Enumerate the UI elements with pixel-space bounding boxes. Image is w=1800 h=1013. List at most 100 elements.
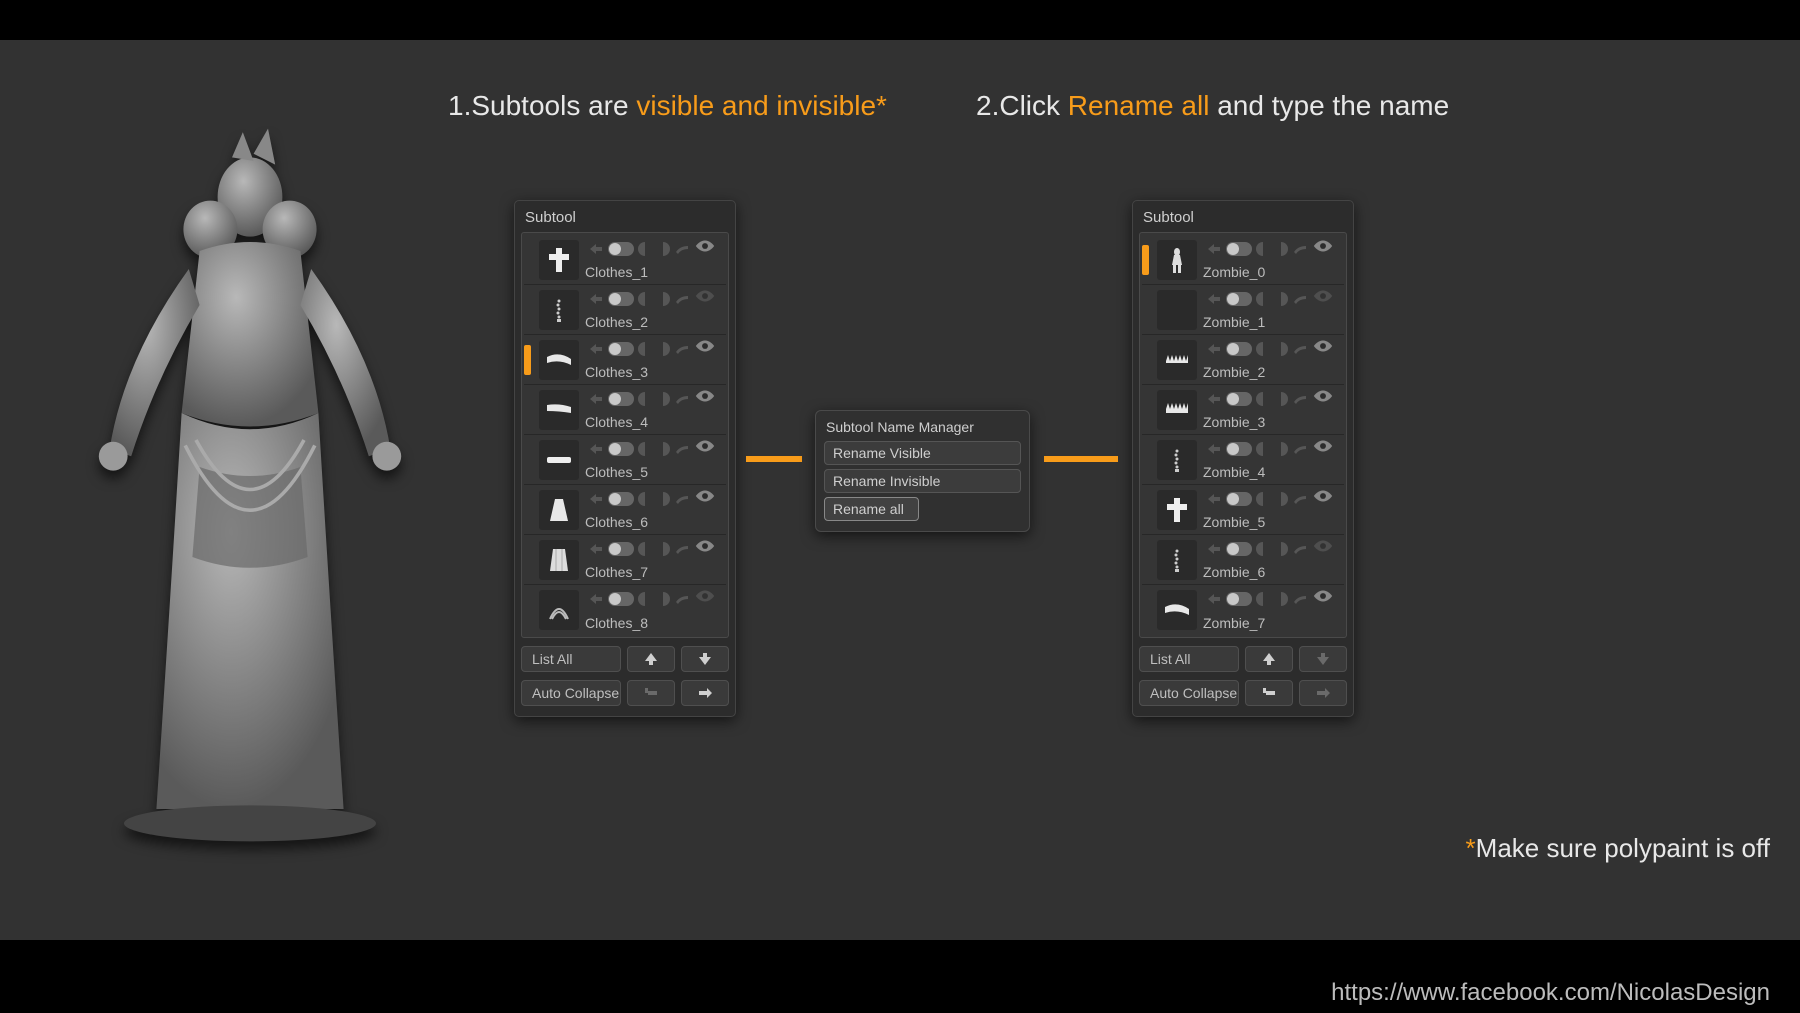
subtool-row[interactable]: Zombie_5 <box>1142 485 1344 535</box>
subtool-row[interactable]: Clothes_8 <box>524 585 726 635</box>
brush-icon <box>674 542 690 556</box>
subtool-icon-strip <box>1203 489 1340 508</box>
subtool-list-right: Zombie_0 Zombie_1 <box>1139 232 1347 638</box>
rename-visible-button[interactable]: Rename Visible <box>824 441 1021 465</box>
brush-icon <box>1292 392 1308 406</box>
half-moon-right-icon <box>1274 292 1288 306</box>
toggle-a-icon[interactable] <box>1226 292 1252 306</box>
visibility-eye-icon[interactable] <box>694 339 716 358</box>
half-moon-left-icon <box>638 342 652 356</box>
visibility-eye-icon[interactable] <box>694 289 716 308</box>
toggle-a-icon[interactable] <box>1226 442 1252 456</box>
toggle-a-icon[interactable] <box>608 242 634 256</box>
subtool-thumbnail <box>539 340 579 380</box>
half-moon-left-icon <box>638 392 652 406</box>
visibility-eye-icon[interactable] <box>694 489 716 508</box>
selection-indicator <box>524 345 531 375</box>
visibility-eye-icon[interactable] <box>1312 239 1334 258</box>
subtool-row[interactable]: Clothes_2 <box>524 285 726 335</box>
subtool-icon-strip <box>585 589 722 608</box>
subtool-row[interactable]: Zombie_6 <box>1142 535 1344 585</box>
nav-right-button[interactable] <box>1299 680 1347 706</box>
visibility-eye-icon[interactable] <box>1312 289 1334 308</box>
move-up-button[interactable] <box>1245 646 1293 672</box>
toggle-a-icon[interactable] <box>1226 242 1252 256</box>
subtool-row[interactable]: Clothes_5 <box>524 435 726 485</box>
toggle-a-icon[interactable] <box>608 342 634 356</box>
brush-icon <box>1292 592 1308 606</box>
half-moon-right-icon <box>1274 392 1288 406</box>
subtool-row[interactable]: Clothes_4 <box>524 385 726 435</box>
nav-left-button[interactable] <box>627 680 675 706</box>
visibility-eye-icon[interactable] <box>1312 589 1334 608</box>
toggle-a-icon[interactable] <box>1226 342 1252 356</box>
subtool-row[interactable]: Zombie_4 <box>1142 435 1344 485</box>
move-down-button[interactable] <box>1299 646 1347 672</box>
visibility-eye-icon[interactable] <box>1312 439 1334 458</box>
subtool-thumbnail <box>539 490 579 530</box>
toggle-a-icon[interactable] <box>1226 492 1252 506</box>
subtool-row[interactable]: Clothes_1 <box>524 235 726 285</box>
visibility-eye-icon[interactable] <box>1312 339 1334 358</box>
toggle-a-icon[interactable] <box>608 392 634 406</box>
subtool-row[interactable]: Clothes_3 <box>524 335 726 385</box>
move-up-button[interactable] <box>627 646 675 672</box>
toggle-a-icon[interactable] <box>1226 592 1252 606</box>
brush-icon <box>1292 542 1308 556</box>
subtool-icon-strip <box>1203 439 1340 458</box>
subtool-row[interactable]: Zombie_0 <box>1142 235 1344 285</box>
toggle-a-icon[interactable] <box>608 492 634 506</box>
subtool-icon-strip <box>1203 589 1340 608</box>
auto-collapse-button[interactable]: Auto Collapse <box>521 680 621 706</box>
toggle-a-icon[interactable] <box>1226 542 1252 556</box>
list-all-button[interactable]: List All <box>1139 646 1239 672</box>
brush-icon <box>1292 242 1308 256</box>
subtool-thumbnail <box>539 390 579 430</box>
nav-left-button[interactable] <box>1245 680 1293 706</box>
toggle-a-icon[interactable] <box>1226 392 1252 406</box>
move-down-button[interactable] <box>681 646 729 672</box>
toggle-a-icon[interactable] <box>608 442 634 456</box>
subtool-panel-right: Subtool Zombie_0 <box>1132 200 1354 717</box>
subtool-row[interactable]: Zombie_2 <box>1142 335 1344 385</box>
visibility-eye-icon[interactable] <box>694 539 716 558</box>
subtool-row[interactable]: Zombie_7 <box>1142 585 1344 635</box>
model-preview <box>60 100 440 870</box>
nav-right-button[interactable] <box>681 680 729 706</box>
mode-arrow-icon <box>1206 242 1222 256</box>
rename-invisible-button[interactable]: Rename Invisible <box>824 469 1021 493</box>
visibility-eye-icon[interactable] <box>1312 389 1334 408</box>
subtool-label: Clothes_7 <box>585 564 722 580</box>
subtool-row[interactable]: Clothes_7 <box>524 535 726 585</box>
subtool-row[interactable]: Zombie_3 <box>1142 385 1344 435</box>
half-moon-right-icon <box>1274 342 1288 356</box>
subtool-icon-strip <box>1203 289 1340 308</box>
visibility-eye-icon[interactable] <box>694 389 716 408</box>
mode-arrow-icon <box>1206 492 1222 506</box>
subtool-icon-strip <box>1203 539 1340 558</box>
mode-arrow-icon <box>588 492 604 506</box>
brush-icon <box>1292 492 1308 506</box>
mode-arrow-icon <box>1206 342 1222 356</box>
list-all-button[interactable]: List All <box>521 646 621 672</box>
visibility-eye-icon[interactable] <box>694 239 716 258</box>
toggle-a-icon[interactable] <box>608 542 634 556</box>
subtool-thumbnail <box>539 290 579 330</box>
mode-arrow-icon <box>588 292 604 306</box>
visibility-eye-icon[interactable] <box>694 589 716 608</box>
auto-collapse-button[interactable]: Auto Collapse <box>1139 680 1239 706</box>
brush-icon <box>1292 342 1308 356</box>
subtool-row[interactable]: Clothes_6 <box>524 485 726 535</box>
subtool-row[interactable]: Zombie_1 <box>1142 285 1344 335</box>
subtool-label: Zombie_6 <box>1203 564 1340 580</box>
rename-all-button[interactable]: Rename all <box>824 497 919 521</box>
visibility-eye-icon[interactable] <box>1312 489 1334 508</box>
half-moon-left-icon <box>638 592 652 606</box>
toggle-a-icon[interactable] <box>608 292 634 306</box>
visibility-eye-icon[interactable] <box>1312 539 1334 558</box>
toggle-a-icon[interactable] <box>608 592 634 606</box>
subtool-thumbnail <box>539 240 579 280</box>
half-moon-right-icon <box>656 492 670 506</box>
mode-arrow-icon <box>588 342 604 356</box>
visibility-eye-icon[interactable] <box>694 439 716 458</box>
